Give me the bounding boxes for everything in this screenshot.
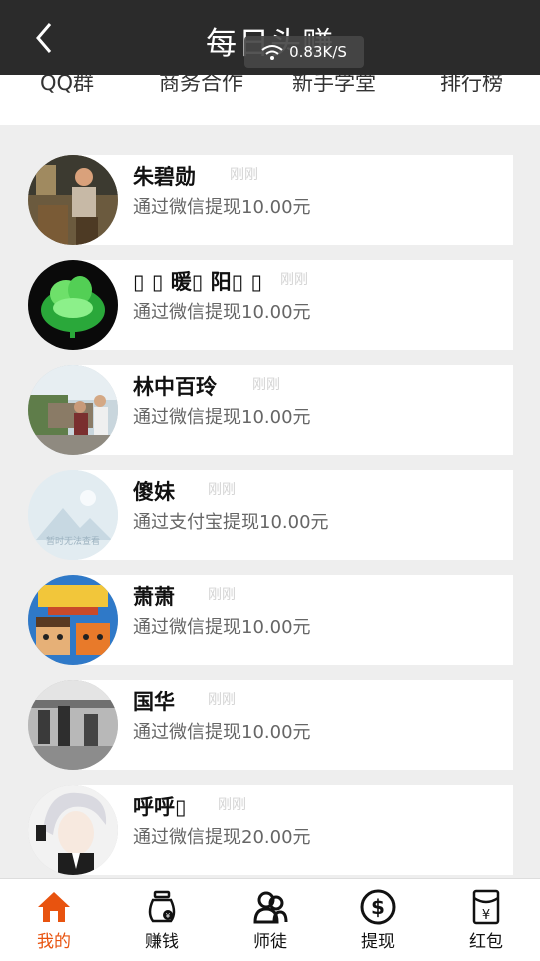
avatar: [28, 365, 118, 455]
tab-newbie[interactable]: 新手学堂: [292, 75, 376, 97]
time-label: 刚刚: [208, 587, 236, 603]
nav-label: 我的: [37, 932, 71, 952]
avatar-placeholder-text: 暂时无法查看: [45, 537, 100, 547]
feed-item[interactable]: 国华 刚刚 通过微信提现10.00元: [28, 680, 513, 770]
time-label: 刚刚: [208, 482, 236, 498]
user-name: 萧萧: [133, 585, 175, 609]
wifi-icon: [261, 45, 283, 60]
avatar: [28, 575, 118, 665]
avatar: 暂时无法查看: [28, 470, 118, 560]
avatar: [28, 155, 118, 245]
nav-label: 提现: [361, 932, 395, 952]
nav-withdraw[interactable]: $ 提现: [324, 879, 432, 961]
time-label: 刚刚: [218, 797, 246, 813]
tab-qq-group[interactable]: QQ群: [40, 75, 94, 97]
user-name: 林中百玲: [133, 375, 217, 399]
time-label: 刚刚: [280, 272, 308, 288]
withdraw-description: 通过支付宝提现10.00元: [133, 512, 329, 533]
dollar-coin-icon: $: [360, 889, 396, 925]
withdraw-description: 通过微信提现20.00元: [133, 827, 311, 848]
user-name: 国华: [133, 690, 175, 714]
user-name: 呼呼▯: [133, 795, 187, 819]
network-speed-text: 0.83K/S: [289, 43, 347, 61]
user-name: 傻妹: [133, 480, 175, 504]
feed-item[interactable]: ▯ ▯ 暖▯ 阳▯ ▯ 刚刚 通过微信提现10.00元: [28, 260, 513, 350]
withdraw-description: 通过微信提现10.00元: [133, 722, 311, 743]
nav-mentor[interactable]: 师徒: [216, 879, 324, 961]
feed-item[interactable]: 朱碧勋 刚刚 通过微信提现10.00元: [28, 155, 513, 245]
withdraw-description: 通过微信提现10.00元: [133, 617, 311, 638]
feed-item[interactable]: 林中百玲 刚刚 通过微信提现10.00元: [28, 365, 513, 455]
nav-earn[interactable]: ¥ 赚钱: [108, 879, 216, 961]
tab-business[interactable]: 商务合作: [159, 75, 243, 97]
withdraw-description: 通过微信提现10.00元: [133, 407, 311, 428]
time-label: 刚刚: [252, 377, 280, 393]
withdraw-description: 通过微信提现10.00元: [133, 302, 311, 323]
avatar: [28, 680, 118, 770]
nav-mine[interactable]: 我的: [0, 879, 108, 961]
nav-label: 师徒: [253, 932, 287, 952]
user-name: ▯ ▯ 暖▯ 阳▯ ▯: [133, 270, 263, 294]
nav-label: 赚钱: [145, 932, 179, 952]
top-tabs: QQ群 商务合作 新手学堂 排行榜: [0, 75, 540, 125]
home-icon: [38, 892, 70, 922]
feed-item[interactable]: 萧萧 刚刚 通过微信提现10.00元: [28, 575, 513, 665]
nav-label: 红包: [469, 932, 503, 952]
time-label: 刚刚: [230, 167, 258, 183]
feed-item[interactable]: 暂时无法查看 傻妹 刚刚 通过支付宝提现10.00元: [28, 470, 513, 560]
nav-red-packet[interactable]: ¥ 红包: [432, 879, 540, 961]
avatar: [28, 785, 118, 875]
svg-text:$: $: [371, 895, 385, 919]
money-bag-icon: ¥: [148, 890, 176, 923]
red-envelope-icon: ¥: [472, 889, 500, 925]
svg-text:¥: ¥: [166, 912, 171, 920]
svg-text:¥: ¥: [482, 908, 490, 923]
tab-ranking[interactable]: 排行榜: [440, 75, 503, 97]
avatar: [28, 260, 118, 350]
withdraw-description: 通过微信提现10.00元: [133, 197, 311, 218]
app-header: 每日头赚 0.83K/S: [0, 0, 540, 75]
network-speed-overlay: 0.83K/S: [244, 36, 364, 68]
bottom-navigation: 我的 ¥ 赚钱 师徒 $ 提现 ¥ 红包: [0, 878, 540, 961]
people-icon: [253, 891, 288, 924]
user-name: 朱碧勋: [133, 165, 196, 189]
feed-item[interactable]: 呼呼▯ 刚刚 通过微信提现20.00元: [28, 785, 513, 875]
time-label: 刚刚: [208, 692, 236, 708]
